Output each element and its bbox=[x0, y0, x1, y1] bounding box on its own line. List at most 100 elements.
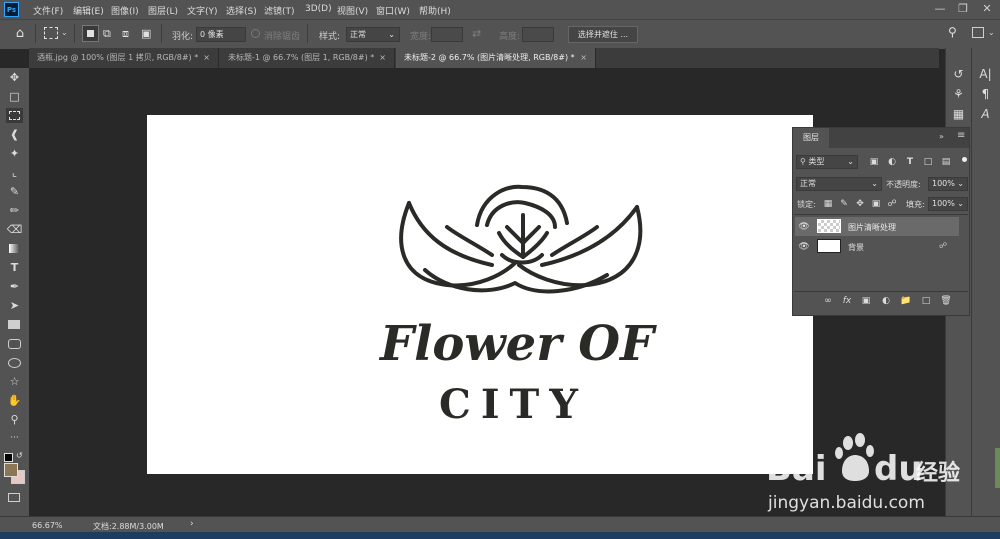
chevron-down-icon[interactable]: ⌄ bbox=[988, 28, 995, 37]
menu-view[interactable]: 视图(V) bbox=[337, 4, 368, 17]
rectangle-tool-icon[interactable] bbox=[6, 317, 23, 332]
rectangular-marquee-tool-icon[interactable] bbox=[6, 108, 23, 123]
close-icon[interactable]: ✕ bbox=[976, 2, 998, 17]
feather-input[interactable]: 0 像素 bbox=[196, 27, 246, 42]
layer-filter-select[interactable]: ⚲ 类型 ⌄ bbox=[796, 155, 858, 169]
search-icon[interactable]: ⚲ bbox=[948, 25, 957, 39]
link-layers-icon[interactable]: ∞ bbox=[822, 295, 834, 307]
adjustment-layer-icon[interactable]: ◐ bbox=[880, 295, 892, 307]
zoom-level[interactable]: 66.67% bbox=[32, 521, 63, 530]
restore-icon[interactable]: ❐ bbox=[952, 2, 974, 17]
chevron-down-icon[interactable]: ⌄ bbox=[61, 28, 68, 37]
type-tool-icon[interactable]: T bbox=[6, 260, 23, 275]
width-input[interactable] bbox=[431, 27, 463, 42]
custom-shape-tool-icon[interactable]: ☆ bbox=[6, 374, 23, 389]
minimize-icon[interactable]: — bbox=[929, 2, 951, 17]
delete-layer-icon[interactable]: 🗑 bbox=[940, 295, 952, 307]
more-tools-icon[interactable]: ··· bbox=[6, 431, 23, 446]
rounded-rectangle-tool-icon[interactable] bbox=[6, 336, 23, 351]
add-mask-icon[interactable]: ▣ bbox=[860, 295, 872, 307]
menu-select[interactable]: 选择(S) bbox=[226, 4, 257, 17]
antialias-checkbox[interactable] bbox=[251, 29, 260, 38]
eye-icon[interactable]: 👁 bbox=[798, 221, 810, 233]
lasso-tool-icon[interactable]: ❰ bbox=[6, 127, 23, 142]
status-menu-arrow-icon[interactable]: › bbox=[190, 519, 194, 529]
add-selection-icon[interactable]: ⧉ bbox=[103, 27, 116, 40]
new-group-icon[interactable]: 📁 bbox=[900, 295, 912, 307]
fx-icon[interactable]: fx bbox=[841, 295, 853, 307]
default-colors-icon[interactable] bbox=[4, 453, 13, 462]
fill-input[interactable]: 100% ⌄ bbox=[928, 197, 968, 211]
menu-file[interactable]: 文件(F) bbox=[33, 4, 63, 17]
gradient-tool-icon[interactable] bbox=[6, 241, 23, 256]
height-label: 高度: bbox=[499, 32, 521, 42]
height-input[interactable] bbox=[522, 27, 554, 42]
blend-mode-select[interactable]: 正常 ⌄ bbox=[796, 177, 882, 191]
brushes-panel-icon[interactable]: ⚘ bbox=[950, 86, 967, 102]
menu-window[interactable]: 窗口(W) bbox=[376, 4, 410, 17]
crop-tool-icon[interactable]: ⌞ bbox=[6, 165, 23, 180]
home-icon[interactable]: ⌂ bbox=[12, 26, 28, 42]
history-icon[interactable]: ↺ bbox=[950, 66, 967, 82]
workspace-icon[interactable] bbox=[972, 27, 984, 38]
ellipse-tool-icon[interactable] bbox=[6, 355, 23, 370]
tab-close-icon[interactable]: × bbox=[580, 48, 587, 68]
tab-wine-bottle[interactable]: 酒瓶.jpg @ 100% (图层 1 拷贝, RGB/8#) * × bbox=[29, 48, 219, 68]
intersect-selection-icon[interactable]: ▣ bbox=[141, 27, 154, 40]
magic-wand-tool-icon[interactable]: ✦ bbox=[6, 146, 23, 161]
select-and-mask-button[interactable]: 选择并遮住 ... bbox=[568, 26, 638, 43]
paragraph-panel-icon[interactable]: ¶ bbox=[977, 86, 994, 102]
artboard-tool-icon[interactable]: □ bbox=[6, 89, 23, 104]
menu-type[interactable]: 文字(Y) bbox=[187, 4, 218, 17]
swap-colors-icon[interactable]: ↺ bbox=[16, 451, 23, 460]
lock-position-icon[interactable]: ✥ bbox=[854, 198, 866, 210]
character-panel-icon[interactable]: A| bbox=[977, 66, 994, 82]
tab-close-icon[interactable]: × bbox=[379, 48, 386, 68]
panel-menu-icon[interactable]: ≡ bbox=[957, 130, 965, 141]
pen-tool-icon[interactable]: ✒ bbox=[6, 279, 23, 294]
swap-icon[interactable]: ⇄ bbox=[472, 27, 481, 40]
menu-3d[interactable]: 3D(D) bbox=[305, 4, 332, 14]
filter-toggle-icon[interactable] bbox=[962, 157, 967, 162]
tab-untitled-2[interactable]: 未标题-2 @ 66.7% (图片清晰处理, RGB/8#) * × bbox=[396, 48, 596, 68]
eye-icon[interactable]: 👁 bbox=[798, 241, 810, 253]
marquee-preset-icon[interactable] bbox=[44, 27, 58, 39]
collapse-panel-icon[interactable]: » bbox=[939, 132, 944, 141]
photoshop-logo-icon[interactable]: Ps bbox=[4, 2, 19, 17]
zoom-tool-icon[interactable]: ⚲ bbox=[6, 412, 23, 427]
lock-all-icon[interactable]: ☍ bbox=[886, 198, 898, 210]
opacity-input[interactable]: 100% ⌄ bbox=[928, 177, 968, 191]
filter-shape-icon[interactable]: □ bbox=[922, 156, 934, 168]
subtract-selection-icon[interactable]: ⧈ bbox=[122, 27, 135, 40]
lock-transparent-icon[interactable]: ▦ bbox=[822, 198, 834, 210]
path-selection-tool-icon[interactable]: ➤ bbox=[6, 298, 23, 313]
style-select[interactable]: 正常 ⌄ bbox=[346, 27, 400, 42]
eyedropper-tool-icon[interactable]: ✎ bbox=[6, 184, 23, 199]
brush-tool-icon[interactable]: ✏ bbox=[6, 203, 23, 218]
table-panel-icon[interactable]: ▦ bbox=[950, 106, 967, 122]
menu-layer[interactable]: 图层(L) bbox=[148, 4, 178, 17]
lock-artboard-icon[interactable]: ▣ bbox=[870, 198, 882, 210]
hand-tool-icon[interactable]: ✋ bbox=[6, 393, 23, 408]
lock-image-icon[interactable]: ✎ bbox=[838, 198, 850, 210]
eraser-tool-icon[interactable]: ⌫ bbox=[6, 222, 23, 237]
tab-close-icon[interactable]: × bbox=[203, 48, 210, 68]
lock-icon[interactable]: ☍ bbox=[939, 241, 947, 250]
quick-mask-icon[interactable] bbox=[8, 493, 20, 502]
menu-help[interactable]: 帮助(H) bbox=[419, 4, 451, 17]
filter-pixel-icon[interactable]: ▣ bbox=[868, 156, 880, 168]
filter-adjustment-icon[interactable]: ◐ bbox=[886, 156, 898, 168]
document-canvas[interactable]: Flower OF CITY bbox=[147, 115, 813, 474]
new-layer-icon[interactable]: □ bbox=[920, 295, 932, 307]
menu-edit[interactable]: 编辑(E) bbox=[73, 4, 104, 17]
filter-type-icon[interactable]: T bbox=[904, 156, 916, 168]
menu-image[interactable]: 图像(I) bbox=[111, 4, 139, 17]
glyphs-panel-icon[interactable]: A bbox=[977, 106, 994, 122]
filter-smart-object-icon[interactable]: ▤ bbox=[940, 156, 952, 168]
layers-tab[interactable]: 图层 bbox=[793, 128, 829, 148]
foreground-color-swatch[interactable] bbox=[4, 463, 18, 477]
menu-filter[interactable]: 滤镜(T) bbox=[264, 4, 295, 17]
move-tool-icon[interactable]: ✥ bbox=[6, 70, 23, 85]
new-selection-button[interactable] bbox=[82, 25, 99, 42]
tab-untitled-1[interactable]: 未标题-1 @ 66.7% (图层 1, RGB/8#) * × bbox=[220, 48, 395, 68]
